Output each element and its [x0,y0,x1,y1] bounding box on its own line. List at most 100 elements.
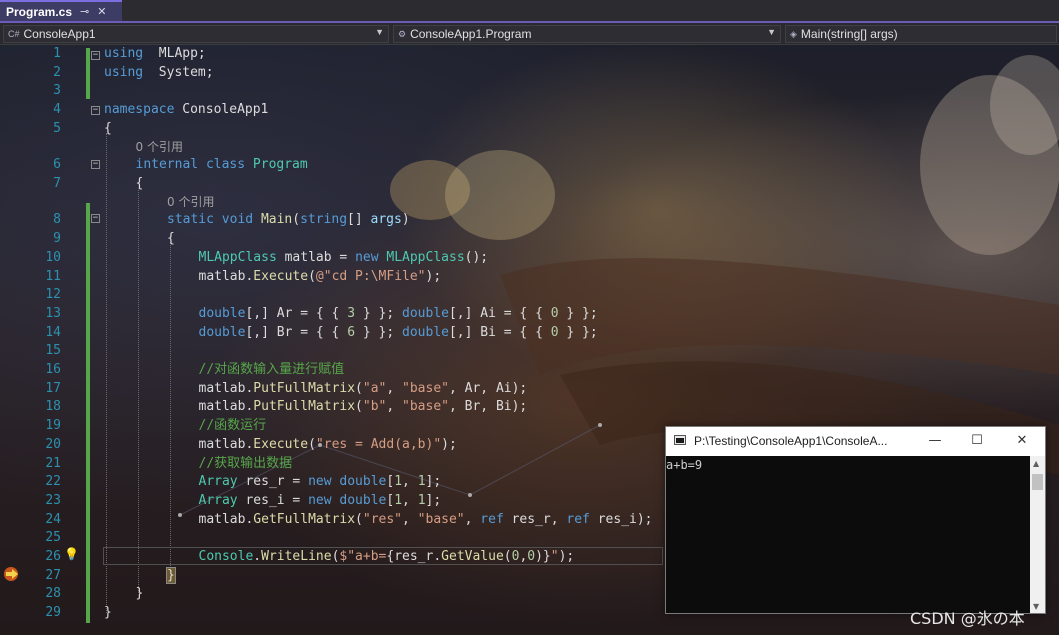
code-token: "res" [362,511,403,527]
console-output-area[interactable]: a+b=9 [666,456,1030,613]
code-token: matlab. [198,268,254,284]
code-line[interactable]: 14 double[,] Br = { { 6 } }; double[,] Bi… [0,324,1059,342]
line-number: 27 [45,567,61,583]
code-text: matlab.PutFullMatrix("a", "base", Ar, Ai… [199,380,528,398]
codelens-references[interactable]: 0 个引用 [0,193,700,211]
code-token: )} [535,549,551,565]
code-line[interactable]: 17 matlab.PutFullMatrix("a", "base", Ar, … [0,380,1059,398]
tab-program-cs[interactable]: Program.cs ⊸ ✕ [0,0,122,21]
line-number: 7 [53,175,61,191]
code-token: new [308,492,332,508]
code-token: (); [464,249,489,265]
code-token: Program [252,157,308,173]
code-token: {res_r. [386,549,442,565]
code-text: matlab.PutFullMatrix("b", "base", Br, Bi… [199,398,528,416]
line-number: 21 [45,455,61,471]
code-line[interactable]: 8 static void Main(string[] args) [0,211,1059,229]
minimize-icon[interactable]: — [924,431,946,451]
code-line[interactable]: 13 double[,] Ar = { { 3 } }; double[,] Ai… [0,305,1059,323]
code-token: PutFullMatrix [253,399,356,415]
code-token: } }; [355,305,403,321]
code-line[interactable]: 11 matlab.Execute(@"cd P:\MFile"); [0,268,1059,286]
code-token: GetValue [441,549,504,565]
code-line[interactable]: 4 namespace ConsoleApp1 [0,101,1059,119]
code-token: { [104,120,112,136]
code-token: " [550,549,559,565]
code-line[interactable]: 2 using System; [0,64,1059,82]
code-token: ( [308,436,316,452]
code-line[interactable]: 9{ [0,230,1059,248]
code-token: ( [308,268,316,284]
codelens-references[interactable]: 0 个引用 [0,138,700,156]
line-number: 2 [53,64,61,80]
code-line[interactable]: 18 matlab.PutFullMatrix("b", "base", Br, … [0,398,1059,416]
code-token: { [167,231,175,247]
type-dropdown[interactable]: ⚙ ConsoleApp1.Program ▼ [393,25,781,43]
line-number: 17 [45,380,61,396]
code-token: double [198,305,246,321]
code-token: System; [143,64,214,80]
code-token: , Br, Bi); [448,399,528,415]
code-token: [,] Ar = { { [245,305,348,321]
code-text: { [167,230,175,248]
scroll-down-icon[interactable]: ▼ [1033,602,1039,611]
code-token: ); [441,436,457,452]
code-text: double[,] Br = { { 6 } }; double[,] Bi =… [199,324,598,342]
document-tab-strip: Program.cs ⊸ ✕ [0,0,1059,23]
code-token: 0 [550,324,559,340]
chevron-down-icon: ▼ [375,27,384,37]
code-line[interactable]: 15 [0,342,1059,360]
scrollbar-thumb[interactable] [1032,474,1043,490]
member-dropdown[interactable]: ◈ Main(string[] args) [785,25,1057,43]
code-line[interactable]: 10 MLAppClass matlab = new MLAppClass(); [0,249,1059,267]
code-line[interactable]: 3 [0,82,1059,100]
console-vertical-scrollbar[interactable]: ▲ ▼ [1030,456,1045,613]
code-token: double [339,492,387,508]
line-number: 8 [53,212,61,228]
line-number: 20 [45,436,61,452]
code-token: } [135,586,144,602]
line-number: 9 [53,231,61,247]
console-title-bar[interactable]: P:\Testing\ConsoleApp1\ConsoleA... — ☐ ✕ [666,427,1045,456]
project-dropdown[interactable]: C# ConsoleApp1 ▼ [3,25,389,43]
scroll-up-icon[interactable]: ▲ [1033,459,1039,468]
console-window[interactable]: P:\Testing\ConsoleApp1\ConsoleA... — ☐ ✕… [665,426,1046,614]
close-icon[interactable]: ✕ [97,5,106,18]
code-token: Execute [253,268,309,284]
code-token: 1 [417,492,426,508]
code-token: . [253,549,262,565]
code-token: MLAppClass [198,249,277,265]
code-token: new [355,249,379,265]
code-token: 1 [394,474,403,490]
code-token: new [308,474,332,490]
line-number: 26 [45,549,61,565]
code-token: void [221,212,254,228]
code-token: GetFullMatrix [253,511,356,527]
code-token: } [104,605,112,621]
close-icon[interactable]: ✕ [1011,431,1033,451]
code-line[interactable]: 16 //对函数输入量进行赋值 [0,361,1059,379]
line-number: 19 [45,418,61,434]
code-token: internal [135,157,199,173]
code-token: ) [401,212,410,228]
code-line[interactable]: 7{ [0,175,1059,193]
code-token: matlab. [198,380,254,396]
code-token: ref [480,511,504,527]
line-number: 23 [45,492,61,508]
code-line[interactable]: 12 [0,286,1059,304]
code-token: using [104,46,144,61]
code-line[interactable]: 5{ [0,120,1059,138]
code-line[interactable]: 1 using MLApp; [0,45,1059,63]
code-token: 1 [394,492,403,508]
pin-icon[interactable]: ⊸ [80,5,89,18]
code-token: Array [198,492,238,508]
code-token: "res = Add(a,b)" [315,436,442,452]
code-line[interactable]: 6 internal class Program [0,156,1059,174]
code-token: double [339,474,387,490]
maximize-icon[interactable]: ☐ [966,431,988,451]
code-token: res_i = [237,492,309,508]
code-token: ( [355,511,363,527]
code-token: "a" [362,380,387,396]
code-text: //获取输出数据 [199,455,293,473]
